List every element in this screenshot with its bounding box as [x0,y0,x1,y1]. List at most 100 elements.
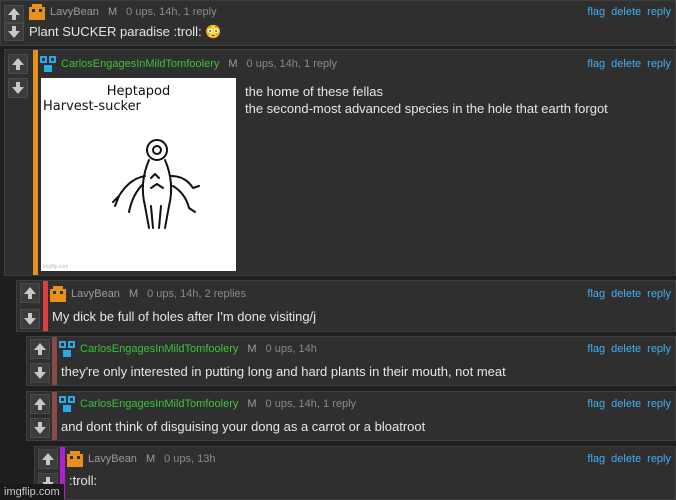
arrow-up-icon [12,58,24,70]
comment-header: LavyBean M 0 ups, 13h [67,450,215,468]
mod-badge: M [107,6,118,18]
delete-link[interactable]: delete [611,453,641,465]
upvote-button[interactable] [20,283,40,303]
comment-2: CarlosEngagesInMildTomfoolery M 0 ups, 1… [4,49,676,276]
delete-link[interactable]: delete [611,398,641,410]
mod-badge: M [247,398,257,410]
imgflip-watermark: imgflip.com [0,484,64,500]
downvote-button[interactable] [8,78,28,98]
comment-actions: flag delete reply [581,3,671,21]
delete-link[interactable]: delete [611,343,641,355]
flag-link[interactable]: flag [587,288,605,300]
upvote-button[interactable] [4,5,24,23]
arrow-down-icon [34,422,46,434]
mod-badge: M [128,288,139,300]
comment-header: LavyBean M 0 ups, 14h, 2 replies [50,285,246,303]
comment-meta: 0 ups, 14h, 1 reply [126,6,217,18]
reply-link[interactable]: reply [647,398,671,410]
comment-actions: flag delete reply [581,55,671,73]
arrow-up-icon [42,453,54,465]
arrow-up-icon [8,8,20,20]
orange-cat-avatar-icon[interactable] [29,4,45,20]
comment-1: LavyBean M 0 ups, 14h, 1 reply flag dele… [0,0,676,46]
reply-link[interactable]: reply [647,343,671,355]
comment-5: CarlosEngagesInMildTomfoolery M 0 ups, 1… [26,391,676,441]
arrow-down-icon [12,82,24,94]
comment-6: LavyBean M 0 ups, 13h flag delete reply … [34,446,676,500]
comment-actions: flag delete reply [581,285,671,303]
comment-actions: flag delete reply [581,395,671,413]
vote-column [27,337,53,385]
thread-stripe [33,50,38,275]
comment-header: CarlosEngagesInMildTomfoolery M 0 ups, 1… [59,340,317,358]
username[interactable]: CarlosEngagesInMildTomfoolery [80,398,238,410]
mod-badge: M [145,453,156,465]
comment-meta: 0 ups, 14h, 2 replies [147,288,247,300]
comment-meta: 0 ups, 14h, 1 reply [246,58,338,70]
comment-3: LavyBean M 0 ups, 14h, 2 replies flag de… [16,280,676,332]
blue-pixel-avatar-icon[interactable] [40,56,56,72]
comment-actions: flag delete reply [581,450,671,468]
flag-link[interactable]: flag [587,343,605,355]
comment-text: they're only interested in putting long … [61,364,506,379]
arrow-down-icon [24,313,36,325]
mod-badge: M [247,343,257,355]
username[interactable]: LavyBean [50,6,99,18]
blue-pixel-avatar-icon[interactable] [59,341,75,357]
arrow-up-icon [34,343,46,355]
comment-text: :troll: [69,473,98,488]
comment-text-line-1: the home of these fellas [245,84,384,99]
comment-text: and dont think of disguising your dong a… [61,419,426,434]
upvote-button[interactable] [38,449,58,469]
vote-column [17,281,43,331]
username[interactable]: LavyBean [71,288,120,300]
reply-link[interactable]: reply [647,453,671,465]
comment-meta: 0 ups, 13h [164,453,216,465]
arrow-up-icon [34,398,46,410]
downvote-button[interactable] [20,309,40,329]
reply-link[interactable]: reply [647,6,671,18]
reply-link[interactable]: reply [647,58,671,70]
comment-text: My dick be full of holes after I'm done … [52,309,317,324]
upvote-button[interactable] [30,339,50,359]
delete-link[interactable]: delete [611,288,641,300]
orange-cat-avatar-icon[interactable] [67,451,83,467]
comment-text: Plant SUCKER paradise :troll: 😳 [29,24,222,39]
blue-pixel-avatar-icon[interactable] [59,396,75,412]
username[interactable]: CarlosEngagesInMildTomfoolery [80,343,238,355]
upvote-button[interactable] [8,54,28,74]
vote-column [27,392,53,440]
mod-badge: M [228,58,238,70]
flag-link[interactable]: flag [587,398,605,410]
comment-image[interactable]: Heptapod Harvest-sucker imgflip.com [41,78,236,271]
creature-drawing [112,139,200,229]
vote-column [5,50,31,275]
comment-actions: flag delete reply [581,340,671,358]
comment-header: LavyBean M 0 ups, 14h, 1 reply [29,3,217,21]
upvote-button[interactable] [30,394,50,414]
reply-link[interactable]: reply [647,288,671,300]
thread-stripe [52,392,57,440]
downvote-button[interactable] [4,23,24,41]
thread-stripe [43,281,48,331]
comment-meta: 0 ups, 14h [265,343,317,355]
arrow-down-icon [8,26,20,38]
username[interactable]: CarlosEngagesInMildTomfoolery [61,58,219,70]
downvote-button[interactable] [30,418,50,438]
flag-link[interactable]: flag [587,6,605,18]
flag-link[interactable]: flag [587,58,605,70]
downvote-button[interactable] [30,363,50,383]
comment-header: CarlosEngagesInMildTomfoolery M 0 ups, 1… [40,55,337,73]
orange-cat-avatar-icon[interactable] [50,286,66,302]
vote-column [1,1,27,45]
comment-header: CarlosEngagesInMildTomfoolery M 0 ups, 1… [59,395,356,413]
comment-4: CarlosEngagesInMildTomfoolery M 0 ups, 1… [26,336,676,386]
arrow-down-icon [34,367,46,379]
image-watermark: imgflip.com [43,264,69,270]
delete-link[interactable]: delete [611,6,641,18]
flag-link[interactable]: flag [587,453,605,465]
comment-meta: 0 ups, 14h, 1 reply [265,398,357,410]
username[interactable]: LavyBean [88,453,137,465]
comment-text-line-2: the second-most advanced species in the … [245,101,608,116]
delete-link[interactable]: delete [611,58,641,70]
